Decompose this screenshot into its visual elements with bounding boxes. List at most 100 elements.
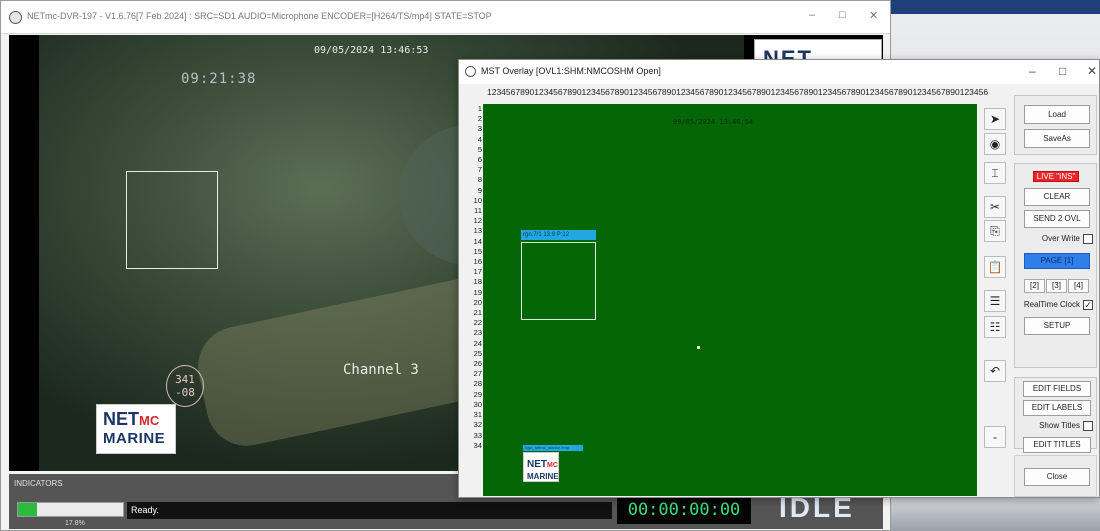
row-number: 5 (477, 144, 482, 154)
tool-column: ➤ ◉ ⌶ ✂ ⎘ 📋 ☰ ☷ ↶ - (982, 104, 1008, 496)
canvas-box-label[interactable]: rgn:7/1 13.9 P:12 (521, 230, 596, 240)
edit-panel: EDIT FIELDS EDIT LABELS Show Titles EDIT… (1014, 377, 1097, 453)
clear-button[interactable]: CLEAR (1024, 188, 1090, 206)
dvr-title-bar[interactable]: NETmc-DVR-197 - V1.6.76[7 Feb 2024] : SR… (1, 1, 890, 34)
live-ins-indicator: LIVE "INS" (1033, 171, 1079, 182)
row-number: 6 (477, 155, 482, 165)
arrow-tool-icon[interactable]: ◉ (984, 133, 1006, 155)
close-dialog-button[interactable]: Close (1024, 468, 1090, 486)
row-number: 24 (473, 338, 482, 348)
timecode-display: 00:00:00:00 (617, 496, 751, 524)
logo-marine-text: MARINE (103, 430, 166, 447)
over-write-option[interactable]: Over Write (1023, 234, 1093, 244)
row-number: 33 (473, 430, 482, 440)
dvr-window-title: NETmc-DVR-197 - V1.6.76[7 Feb 2024] : SR… (27, 11, 492, 21)
row-number: 26 (473, 359, 482, 369)
paste-icon[interactable]: 📋 (984, 256, 1006, 278)
show-titles-checkbox[interactable] (1083, 421, 1093, 431)
desktop-background (880, 497, 1100, 531)
canvas-logo[interactable]: NETMC MARINE (523, 452, 559, 482)
row-number: 19 (473, 287, 482, 297)
desktop-background (880, 0, 1100, 14)
overlay-window-title: MST Overlay [OVL1:SHM:NMCOSHM Open] (481, 66, 661, 76)
row-number: 3 (477, 124, 482, 134)
page-1-button[interactable]: PAGE [1] (1024, 253, 1090, 269)
save-as-button[interactable]: SaveAs (1024, 129, 1090, 148)
row-number: 18 (473, 277, 482, 287)
overlay-title-bar[interactable]: MST Overlay [OVL1:SHM:NMCOSHM Open] – □ … (459, 60, 1099, 84)
load-button[interactable]: Load (1024, 105, 1090, 124)
video-overlay-box (126, 171, 218, 269)
page-4-button[interactable]: [4] (1068, 279, 1089, 293)
close-panel: Close (1014, 455, 1097, 497)
page-3-button[interactable]: [3] (1046, 279, 1067, 293)
row-number: 27 (473, 369, 482, 379)
align-bottom-icon[interactable]: ☷ (984, 316, 1006, 338)
text-tool-icon[interactable]: ⌶ (984, 162, 1006, 184)
canvas-box[interactable] (521, 242, 596, 320)
minus-icon[interactable]: - (984, 426, 1006, 448)
app-logo-icon (465, 66, 476, 77)
heading-offset: -08 (175, 386, 195, 399)
row-number: 4 (477, 134, 482, 144)
send-2-ovl-button[interactable]: SEND 2 OVL (1024, 210, 1090, 228)
video-date: 09/05/2024 13:46:53 (314, 45, 429, 56)
cut-icon[interactable]: ✂ (984, 196, 1006, 218)
row-number: 8 (477, 175, 482, 185)
row-number: 22 (473, 318, 482, 328)
row-number: 34 (473, 440, 482, 450)
progress-fill (18, 503, 37, 516)
logo-marine-text: MARINE (527, 472, 559, 481)
row-number: 13 (473, 226, 482, 236)
row-number: 15 (473, 246, 482, 256)
row-number: 1 (477, 104, 482, 113)
show-titles-option[interactable]: Show Titles (1023, 421, 1093, 431)
row-number: 32 (473, 420, 482, 430)
edit-fields-button[interactable]: EDIT FIELDS (1023, 381, 1091, 397)
undo-icon[interactable]: ↶ (984, 360, 1006, 382)
heading-indicator: 341 -08 (166, 365, 204, 407)
close-button[interactable]: ✕ (1087, 64, 1097, 78)
canvas-date-field[interactable]: 09/05/2024 13:46:54 (673, 118, 753, 126)
app-logo-icon (9, 11, 22, 24)
overlay-canvas[interactable]: 09/05/2024 13:46:54 rgn:7/1 13.9 P:12 lo… (483, 104, 977, 496)
row-number: 17 (473, 267, 482, 277)
over-write-label: Over Write (1041, 234, 1080, 243)
page-2-button[interactable]: [2] (1024, 279, 1045, 293)
channel-label: Channel 3 (343, 362, 419, 378)
logo-net-text: NET (527, 459, 547, 470)
desktop: NETmc-DVR-197 - V1.6.76[7 Feb 2024] : SR… (0, 0, 1100, 531)
row-number: 23 (473, 328, 482, 338)
realtime-clock-checkbox[interactable]: ✓ (1083, 300, 1093, 310)
over-write-checkbox[interactable] (1083, 234, 1093, 244)
logo-net-text: NET (103, 409, 139, 429)
file-panel: Load SaveAs (1014, 95, 1097, 155)
page-selector: [2] [3] [4] (1024, 275, 1094, 293)
edit-titles-button[interactable]: EDIT TITLES (1023, 437, 1091, 453)
canvas-dot (697, 346, 700, 349)
pointer-tool-icon[interactable]: ➤ (984, 108, 1006, 130)
maximize-button[interactable]: □ (1059, 64, 1066, 78)
realtime-clock-label: RealTime Clock (1023, 300, 1080, 309)
copy-icon[interactable]: ⎘ (984, 220, 1006, 242)
row-number: 2 (477, 114, 482, 124)
edit-labels-button[interactable]: EDIT LABELS (1023, 400, 1091, 416)
minimize-button[interactable]: – (1029, 64, 1036, 78)
overlay-window: MST Overlay [OVL1:SHM:NMCOSHM Open] – □ … (458, 59, 1100, 498)
row-number: 29 (473, 389, 482, 399)
show-titles-label: Show Titles (1039, 421, 1080, 430)
realtime-clock-option[interactable]: RealTime Clock ✓ (1023, 300, 1093, 310)
align-top-icon[interactable]: ☰ (984, 290, 1006, 312)
row-number: 20 (473, 297, 482, 307)
setup-button[interactable]: SETUP (1024, 317, 1090, 335)
netmc-logo: NETMC MARINE (96, 404, 176, 454)
minimize-button[interactable]: – (809, 9, 815, 21)
row-number: 21 (473, 308, 482, 318)
maximize-button[interactable]: □ (839, 9, 846, 21)
progress-bar (17, 502, 124, 517)
row-number: 25 (473, 348, 482, 358)
close-button[interactable]: ✕ (869, 9, 878, 22)
row-number: 9 (477, 185, 482, 195)
canvas-logo-label[interactable]: logo_netmc_marine.bmp (523, 445, 583, 451)
indicators-label: INDICATORS (14, 479, 63, 488)
